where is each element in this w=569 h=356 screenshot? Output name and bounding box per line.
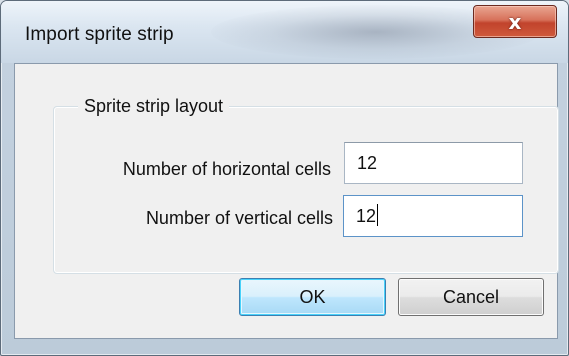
window-title: Import sprite strip <box>25 24 174 45</box>
horizontal-cells-label: Number of horizontal cells <box>122 159 331 179</box>
text-caret <box>377 204 379 226</box>
vertical-cells-input[interactable]: 12 <box>343 195 523 237</box>
close-icon: x <box>508 9 522 34</box>
vertical-cells-value: 12 <box>356 206 377 226</box>
close-button[interactable]: x <box>473 5 557 38</box>
cancel-button[interactable]: Cancel <box>398 278 544 316</box>
group-title: Sprite strip layout <box>78 95 230 117</box>
vertical-cells-label: Number of vertical cells <box>145 208 333 228</box>
ok-button[interactable]: OK <box>239 278 386 316</box>
dialog-body: Sprite strip layout Number of horizontal… <box>14 63 559 339</box>
title-bar[interactable]: Import sprite strip x <box>1 1 568 63</box>
sprite-strip-layout-group: Sprite strip layout <box>53 95 559 274</box>
cancel-button-label: Cancel <box>442 286 500 307</box>
ok-button-label: OK <box>299 286 326 307</box>
horizontal-cells-input[interactable]: 12 <box>344 142 523 184</box>
import-sprite-strip-dialog: Import sprite strip x Sprite strip layou… <box>0 0 569 356</box>
horizontal-cells-value: 12 <box>357 153 378 173</box>
